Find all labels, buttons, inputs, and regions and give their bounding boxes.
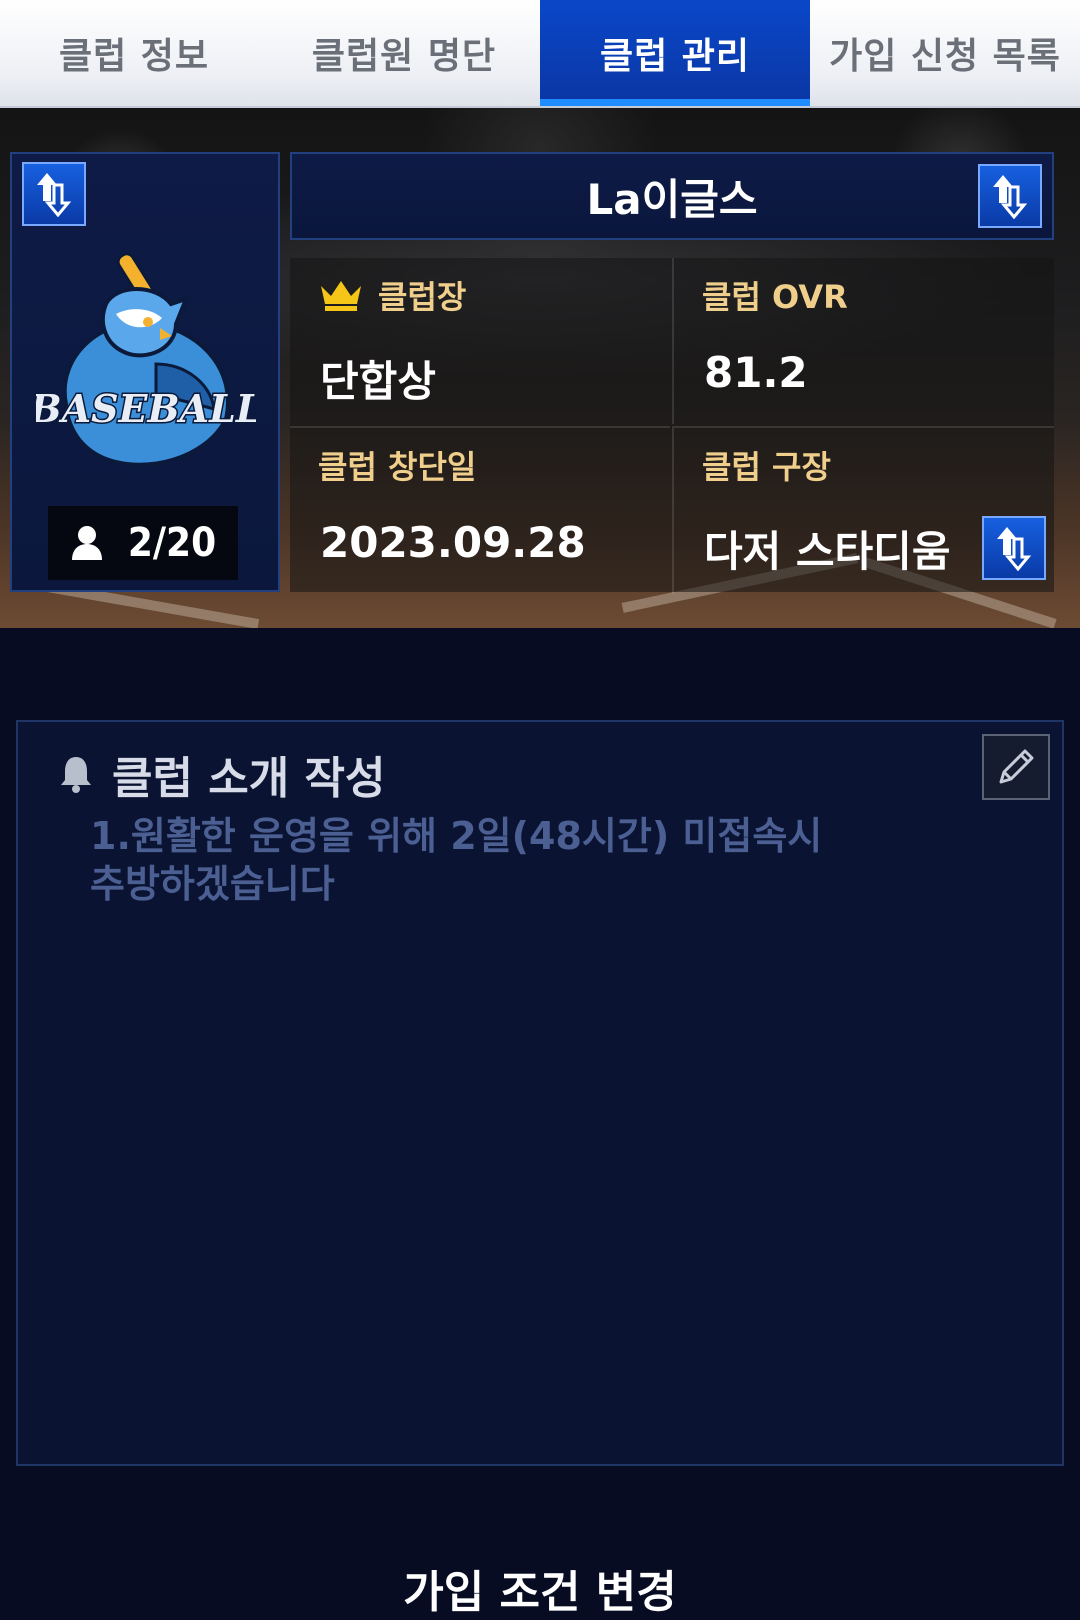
leader-label: 클럽장 xyxy=(378,278,467,316)
tab-label: 가입 신청 목록 xyxy=(829,36,1061,77)
swap-arrows-icon xyxy=(993,175,1028,219)
tab-club-management[interactable]: 클럽 관리 xyxy=(540,0,810,106)
leader-value: 단합상 xyxy=(320,357,436,406)
member-count: 2/20 xyxy=(127,520,217,566)
club-logo: BASEBALL xyxy=(36,252,256,467)
stadium-value: 다저 스타디움 xyxy=(704,527,951,576)
tab-label: 클럽원 명단 xyxy=(311,36,497,77)
tab-label: 클럽 관리 xyxy=(599,36,750,77)
tab-label: 클럽 정보 xyxy=(58,36,209,77)
tab-club-info[interactable]: 클럽 정보 xyxy=(0,0,268,106)
change-logo-button[interactable] xyxy=(22,162,86,226)
club-logo-panel: BASEBALL 2/20 xyxy=(10,152,280,592)
stadium-cell: 클럽 구장 다저 스타디움 xyxy=(672,426,1054,594)
member-count-box: 2/20 xyxy=(48,506,238,580)
intro-title-row: 클럽 소개 작성 xyxy=(58,742,386,806)
club-intro-panel[interactable]: 클럽 소개 작성 1.원활한 운영을 위해 2일(48시간) 미접속시 추방하겠… xyxy=(16,720,1064,1466)
founded-cell: 클럽 창단일 2023.09.28 xyxy=(290,426,670,594)
club-name: La이글스 xyxy=(586,174,758,224)
ovr-label: 클럽 OVR xyxy=(702,278,848,316)
tab-member-list[interactable]: 클럽원 명단 xyxy=(268,0,540,106)
swap-arrows-icon xyxy=(997,527,1032,571)
bell-icon xyxy=(61,757,91,793)
swap-arrows-icon xyxy=(37,173,72,217)
ovr-cell: 클럽 OVR 81.2 xyxy=(672,258,1054,424)
join-conditions-button[interactable]: 가입 조건 변경 xyxy=(0,1556,1080,1620)
club-header: BASEBALL 2/20 La이글스 클럽장 단합상 클럽 OVR 81.2 … xyxy=(0,108,1080,628)
intro-text: 1.원활한 운영을 위해 2일(48시간) 미접속시 추방하겠습니다 xyxy=(90,814,823,906)
club-info-grid: 클럽장 단합상 클럽 OVR 81.2 클럽 창단일 2023.09.28 클럽… xyxy=(290,258,1054,594)
leader-cell: 클럽장 단합상 xyxy=(290,258,670,424)
logo-text: BASEBALL xyxy=(36,386,256,431)
change-name-button[interactable] xyxy=(978,164,1042,228)
change-stadium-button[interactable] xyxy=(982,516,1046,580)
edit-intro-button[interactable] xyxy=(982,734,1050,800)
club-name-bar: La이글스 xyxy=(290,152,1054,240)
intro-title: 클럽 소개 작성 xyxy=(112,753,386,804)
founded-value: 2023.09.28 xyxy=(320,518,586,567)
person-icon xyxy=(71,526,102,560)
tab-bar: 클럽 정보 클럽원 명단 클럽 관리 가입 신청 목록 xyxy=(0,0,1080,108)
founded-label: 클럽 창단일 xyxy=(318,448,477,486)
pencil-icon xyxy=(999,749,1034,784)
stadium-label: 클럽 구장 xyxy=(702,448,831,486)
tab-join-requests[interactable]: 가입 신청 목록 xyxy=(810,0,1080,106)
ovr-value: 81.2 xyxy=(704,348,808,397)
crown-icon xyxy=(321,281,361,311)
